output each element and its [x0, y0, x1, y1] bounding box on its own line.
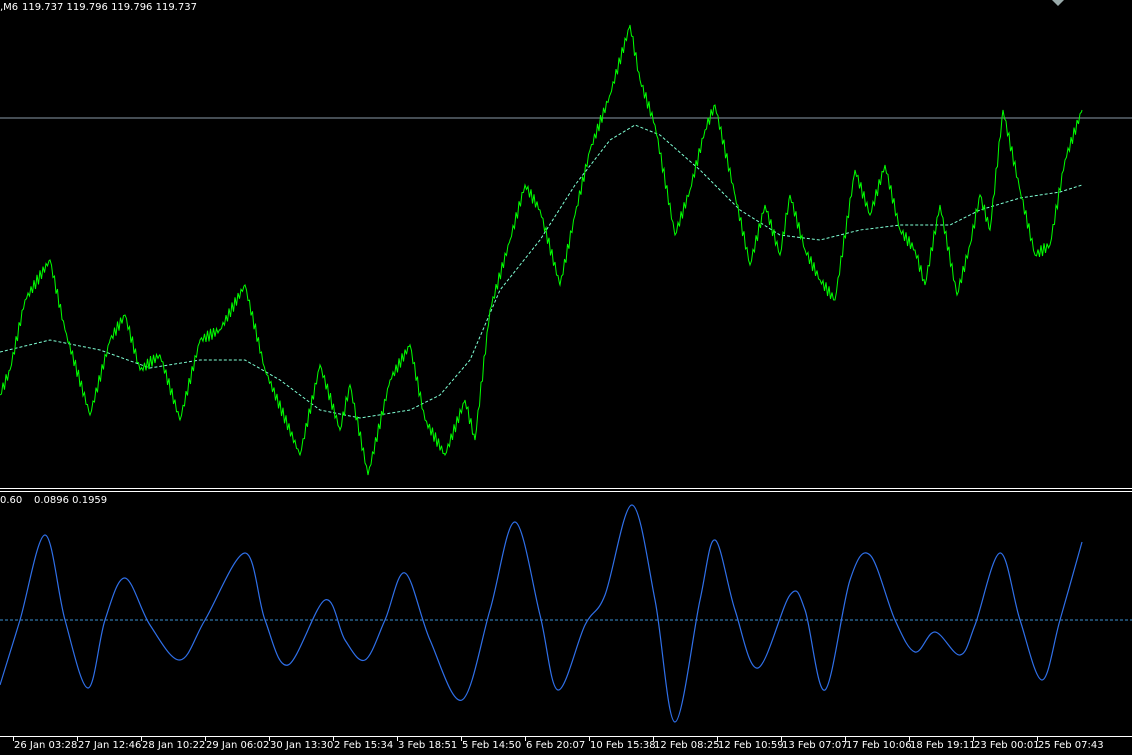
time-axis-line — [0, 736, 1132, 737]
time-axis-label: 29 Jan 06:02 — [206, 740, 270, 751]
oscillator-line — [0, 504, 1083, 723]
time-axis-label: 28 Jan 10:22 — [142, 740, 206, 751]
scroll-marker-icon[interactable] — [1052, 0, 1064, 6]
window-separator-inner — [0, 491, 1132, 492]
time-axis-label: 10 Feb 15:38 — [590, 740, 656, 751]
time-axis-label: 3 Feb 18:51 — [398, 740, 458, 751]
time-axis-label: 2 Feb 15:34 — [334, 740, 394, 751]
price-line — [0, 24, 1083, 476]
window-separator[interactable] — [0, 488, 1132, 489]
time-axis-label: 13 Feb 07:07 — [782, 740, 848, 751]
oscillator-values: 0.0896 0.1959 — [34, 495, 108, 506]
time-axis-label: 12 Feb 08:25 — [654, 740, 720, 751]
time-axis-label: 6 Feb 20:07 — [526, 740, 586, 751]
time-axis-label: 25 Feb 07:43 — [1038, 740, 1104, 751]
time-axis-label: 17 Feb 10:06 — [846, 740, 912, 751]
time-axis-label: 27 Jan 12:46 — [78, 740, 142, 751]
time-axis-label: 23 Feb 00:01 — [974, 740, 1040, 751]
time-axis-label: 12 Feb 10:59 — [718, 740, 784, 751]
time-axis-label: 30 Jan 13:30 — [270, 740, 334, 751]
time-axis-label: 18 Feb 19:11 — [910, 740, 976, 751]
main-chart-ohlc: 119.737 119.796 119.796 119.737 — [22, 2, 197, 13]
time-axis-label: 26 Jan 03:28 — [14, 740, 78, 751]
main-chart-symbol: ,M6 — [0, 2, 19, 13]
oscillator-label: 0.60 — [0, 495, 23, 506]
time-axis-label: 5 Feb 14:50 — [462, 740, 522, 751]
chart-canvas[interactable] — [0, 0, 1132, 755]
